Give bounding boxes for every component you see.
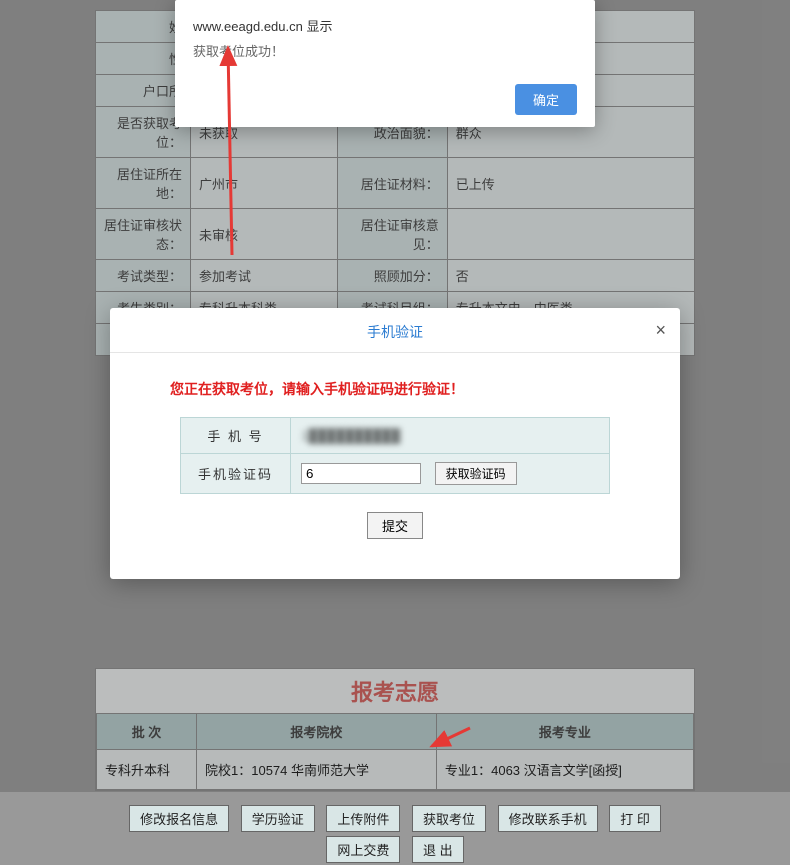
get-seat-button[interactable]: 获取考位 (412, 805, 486, 832)
phone-value-masked: 1██████████ (301, 428, 400, 443)
alert-ok-button[interactable]: 确定 (515, 84, 577, 115)
verify-warning: 您正在获取考位，请输入手机验证码进行验证！ (170, 379, 680, 399)
verify-header: 手机验证 × (110, 308, 680, 353)
exit-button[interactable]: 退 出 (412, 836, 464, 863)
close-icon[interactable]: × (655, 320, 666, 341)
phone-label: 手 机 号 (181, 418, 291, 454)
button-row: 修改报名信息 学历验证 上传附件 获取考位 修改联系手机 打 印 网上交费 退 … (95, 803, 695, 865)
verify-title: 手机验证 (367, 324, 423, 340)
edit-phone-button[interactable]: 修改联系手机 (498, 805, 598, 832)
code-cell: 获取验证码 (291, 454, 610, 494)
submit-button[interactable]: 提交 (367, 512, 423, 539)
browser-alert: www.eeagd.edu.cn 显示 获取考位成功！ 确定 (175, 0, 595, 127)
get-code-button[interactable]: 获取验证码 (435, 462, 517, 485)
alert-message: 获取考位成功！ (193, 41, 577, 60)
print-button[interactable]: 打 印 (609, 805, 661, 832)
verify-form-table: 手 机 号 1██████████ 手机验证码 获取验证码 (180, 417, 610, 494)
code-input[interactable] (301, 463, 421, 484)
edit-info-button[interactable]: 修改报名信息 (129, 805, 229, 832)
code-label: 手机验证码 (181, 454, 291, 494)
phone-value-cell: 1██████████ (291, 418, 610, 454)
edu-verify-button[interactable]: 学历验证 (241, 805, 315, 832)
upload-attach-button[interactable]: 上传附件 (326, 805, 400, 832)
phone-verify-modal: 手机验证 × 您正在获取考位，请输入手机验证码进行验证！ 手 机 号 1████… (110, 308, 680, 579)
alert-domain: www.eeagd.edu.cn 显示 (193, 16, 577, 35)
pay-online-button[interactable]: 网上交费 (326, 836, 400, 863)
